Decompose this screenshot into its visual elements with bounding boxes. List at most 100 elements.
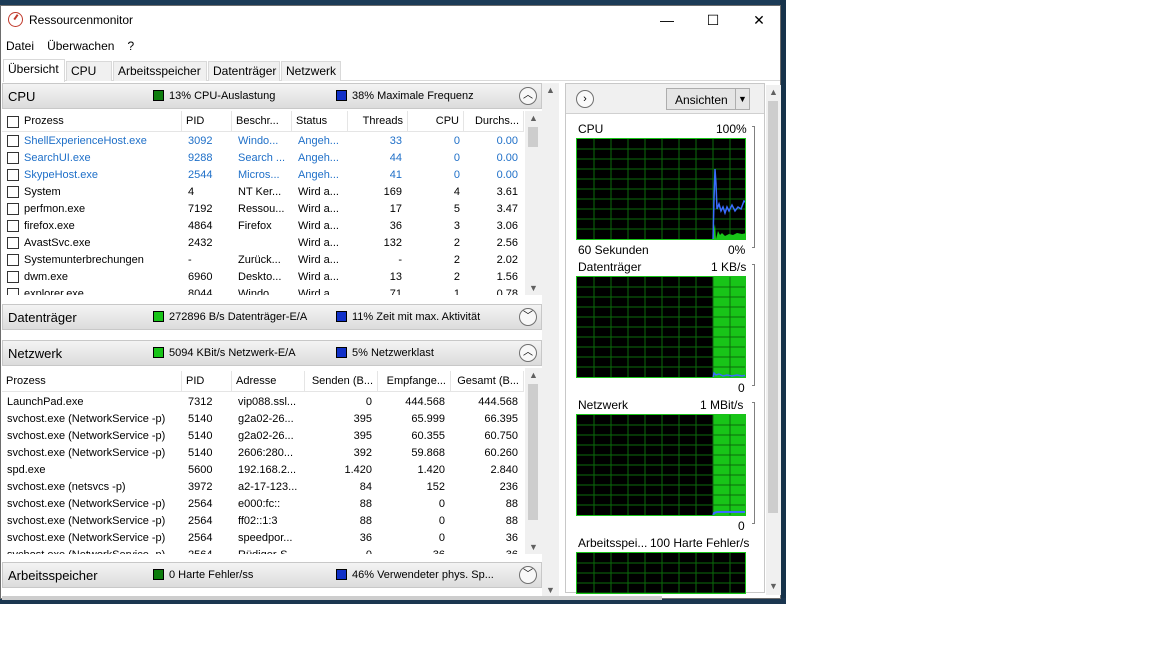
table-row[interactable]: dwm.exe 6960 Deskto... Wird a... 13 2 1.56 bbox=[2, 269, 524, 286]
table-row[interactable]: System 4 NT Ker... Wird a... 169 4 3.61 bbox=[2, 184, 524, 201]
graph-pane-scrollbar[interactable]: ▲ ▼ bbox=[766, 85, 781, 595]
network-panel-header[interactable]: Netzwerk 5094 KBit/s Netzwerk-E/A 5% Net… bbox=[2, 340, 542, 366]
close-button[interactable]: ✕ bbox=[736, 6, 782, 34]
col-net-send[interactable]: Senden (B... bbox=[305, 371, 378, 392]
menu-help[interactable]: ? bbox=[123, 37, 140, 55]
row-checkbox[interactable] bbox=[7, 169, 19, 181]
scroll-up-arrow[interactable]: ▲ bbox=[542, 83, 559, 97]
process-status: Wird a... bbox=[298, 288, 339, 295]
table-row[interactable]: svchost.exe (NetworkService -p) 2564 Rüdig… bbox=[2, 547, 524, 554]
scroll-up-arrow[interactable]: ▲ bbox=[525, 111, 542, 125]
table-row[interactable]: svchost.exe (NetworkService -p) 2564 speed… bbox=[2, 530, 524, 547]
disk-expand-button[interactable]: ﹀ bbox=[519, 308, 537, 326]
process-description: NT Ker... bbox=[238, 186, 282, 198]
process-pid: 6960 bbox=[188, 271, 213, 283]
memory-panel-header[interactable]: Arbeitsspeicher 0 Harte Fehler/ss 46% Ve… bbox=[2, 562, 542, 588]
maximize-button[interactable]: ☐ bbox=[690, 6, 736, 34]
network-process-table: Prozess PID Adresse Senden (B... Empfang… bbox=[2, 368, 542, 554]
scroll-thumb[interactable] bbox=[528, 127, 538, 147]
table-row[interactable]: firefox.exe 4864 Firefox Wird a... 36 3 3.06 bbox=[2, 218, 524, 235]
col-net-total[interactable]: Gesamt (B... bbox=[451, 371, 524, 392]
cpu-usage-indicator: 13% CPU-Auslastung bbox=[153, 90, 275, 102]
cpu-panel-title: CPU bbox=[8, 89, 36, 104]
col-status[interactable]: Status bbox=[292, 111, 348, 132]
row-checkbox[interactable] bbox=[7, 254, 19, 266]
net-send: 84 bbox=[359, 481, 372, 493]
cpu-collapse-button[interactable]: ︿ bbox=[519, 87, 537, 105]
process-threads: 44 bbox=[389, 152, 402, 164]
tab-memory[interactable]: Arbeitsspeicher bbox=[113, 61, 207, 81]
row-checkbox[interactable] bbox=[7, 237, 19, 249]
table-row[interactable]: svchost.exe (NetworkService -p) 5140 2606:… bbox=[2, 445, 524, 462]
col-net-address[interactable]: Adresse bbox=[232, 371, 305, 392]
process-average-cpu: 3.06 bbox=[496, 220, 518, 232]
table-row[interactable]: svchost.exe (NetworkService -p) 2564 e000:… bbox=[2, 496, 524, 513]
tab-cpu[interactable]: CPU bbox=[66, 61, 112, 81]
row-checkbox[interactable] bbox=[7, 135, 19, 147]
process-description: Search ... bbox=[238, 152, 286, 164]
scroll-up-arrow[interactable]: ▲ bbox=[525, 368, 542, 382]
table-row[interactable]: svchost.exe (NetworkService -p) 5140 g2a02… bbox=[2, 411, 524, 428]
table-row[interactable]: svchost.exe (NetworkService -p) 5140 g2a02… bbox=[2, 428, 524, 445]
scroll-down-arrow[interactable]: ▼ bbox=[525, 540, 542, 554]
disk-panel-header[interactable]: Datenträger 272896 B/s Datenträger-E/A 1… bbox=[2, 304, 542, 330]
chevron-right-icon[interactable]: › bbox=[576, 90, 594, 108]
memory-expand-button[interactable]: ﹀ bbox=[519, 566, 537, 584]
main-scrollbar[interactable]: ▲ ▼ bbox=[542, 83, 559, 598]
table-row[interactable]: AvastSvc.exe 2432 Wird a... 132 2 2.56 bbox=[2, 235, 524, 252]
row-checkbox[interactable] bbox=[7, 271, 19, 283]
table-row[interactable]: perfmon.exe 7192 Ressou... Wird a... 17 5 3.47 bbox=[2, 201, 524, 218]
col-net-process[interactable]: Prozess bbox=[2, 371, 182, 392]
table-row[interactable]: explorer.exe 8044 Windo... Wird a... 71 1 0.78 bbox=[2, 286, 524, 295]
col-description[interactable]: Beschr... bbox=[232, 111, 292, 132]
scroll-down-arrow[interactable]: ▼ bbox=[766, 579, 781, 593]
col-net-receive[interactable]: Empfange... bbox=[378, 371, 451, 392]
row-checkbox[interactable] bbox=[7, 152, 19, 164]
cpu-graph-timespan: 60 Sekunden bbox=[578, 243, 649, 257]
tab-overview[interactable]: Übersicht bbox=[3, 59, 65, 82]
scroll-thumb[interactable] bbox=[528, 384, 538, 520]
menu-file[interactable]: Datei bbox=[1, 37, 39, 55]
network-collapse-button[interactable]: ︿ bbox=[519, 344, 537, 362]
table-row[interactable]: SearchUI.exe 9288 Search ... Angeh... 44 0 0.0… bbox=[2, 150, 524, 167]
horizontal-scrollbar[interactable] bbox=[2, 596, 662, 600]
row-checkbox[interactable] bbox=[7, 186, 19, 198]
tab-network[interactable]: Netzwerk bbox=[281, 61, 341, 81]
scroll-thumb[interactable] bbox=[768, 101, 778, 513]
select-all-checkbox[interactable] bbox=[7, 116, 19, 128]
network-table-header: Prozess PID Adresse Senden (B... Empfang… bbox=[2, 368, 524, 392]
col-process[interactable]: Prozess bbox=[20, 111, 182, 132]
col-threads[interactable]: Threads bbox=[348, 111, 408, 132]
scroll-down-arrow[interactable]: ▼ bbox=[542, 583, 559, 597]
col-net-pid[interactable]: PID bbox=[182, 371, 232, 392]
network-table-scrollbar[interactable]: ▲ ▼ bbox=[525, 368, 542, 554]
row-checkbox[interactable] bbox=[7, 288, 19, 295]
cpu-table-scrollbar[interactable]: ▲ ▼ bbox=[525, 111, 542, 295]
table-row[interactable]: ShellExperienceHost.exe 3092 Windo... Angeh… bbox=[2, 133, 524, 150]
col-average-cpu[interactable]: Durchs... bbox=[464, 111, 524, 132]
chevron-down-icon[interactable]: ▼ bbox=[735, 89, 749, 109]
col-pid[interactable]: PID bbox=[182, 111, 232, 132]
row-checkbox[interactable] bbox=[7, 220, 19, 232]
menu-monitor[interactable]: Überwachen bbox=[42, 37, 119, 55]
table-row[interactable]: svchost.exe (netsvcs -p) 3972 a2-17-123...… bbox=[2, 479, 524, 496]
table-row[interactable]: svchost.exe (NetworkService -p) 2564 ff02:… bbox=[2, 513, 524, 530]
table-row[interactable]: LaunchPad.exe 7312 vip088.ssl... 0 444.568 44… bbox=[2, 394, 524, 411]
process-average-cpu: 3.61 bbox=[496, 186, 518, 198]
scroll-down-arrow[interactable]: ▼ bbox=[525, 281, 542, 295]
minimize-button[interactable]: — bbox=[644, 6, 690, 34]
memory-panel-title: Arbeitsspeicher bbox=[8, 568, 98, 583]
views-dropdown[interactable]: Ansichten ▼ bbox=[666, 88, 750, 110]
net-process-name: svchost.exe (NetworkService -p) bbox=[7, 498, 166, 510]
row-checkbox[interactable] bbox=[7, 203, 19, 215]
table-row[interactable]: SkypeHost.exe 2544 Micros... Angeh... 41 0 0.0… bbox=[2, 167, 524, 184]
network-io-text: 5094 KBit/s Netzwerk-E/A bbox=[169, 347, 296, 359]
table-row[interactable]: spd.exe 5600 192.168.2... 1.420 1.420 2.840 bbox=[2, 462, 524, 479]
process-status: Angeh... bbox=[298, 135, 339, 147]
cpu-panel-header[interactable]: CPU 13% CPU-Auslastung 38% Maximale Freq… bbox=[2, 83, 542, 109]
table-row[interactable]: Systemunterbrechungen - Zurück... Wird a...… bbox=[2, 252, 524, 269]
tab-disk[interactable]: Datenträger bbox=[208, 61, 280, 81]
memory-used-text: 46% Verwendeter phys. Sp... bbox=[352, 569, 494, 581]
col-cpu[interactable]: CPU bbox=[408, 111, 464, 132]
scroll-up-arrow[interactable]: ▲ bbox=[766, 85, 781, 99]
